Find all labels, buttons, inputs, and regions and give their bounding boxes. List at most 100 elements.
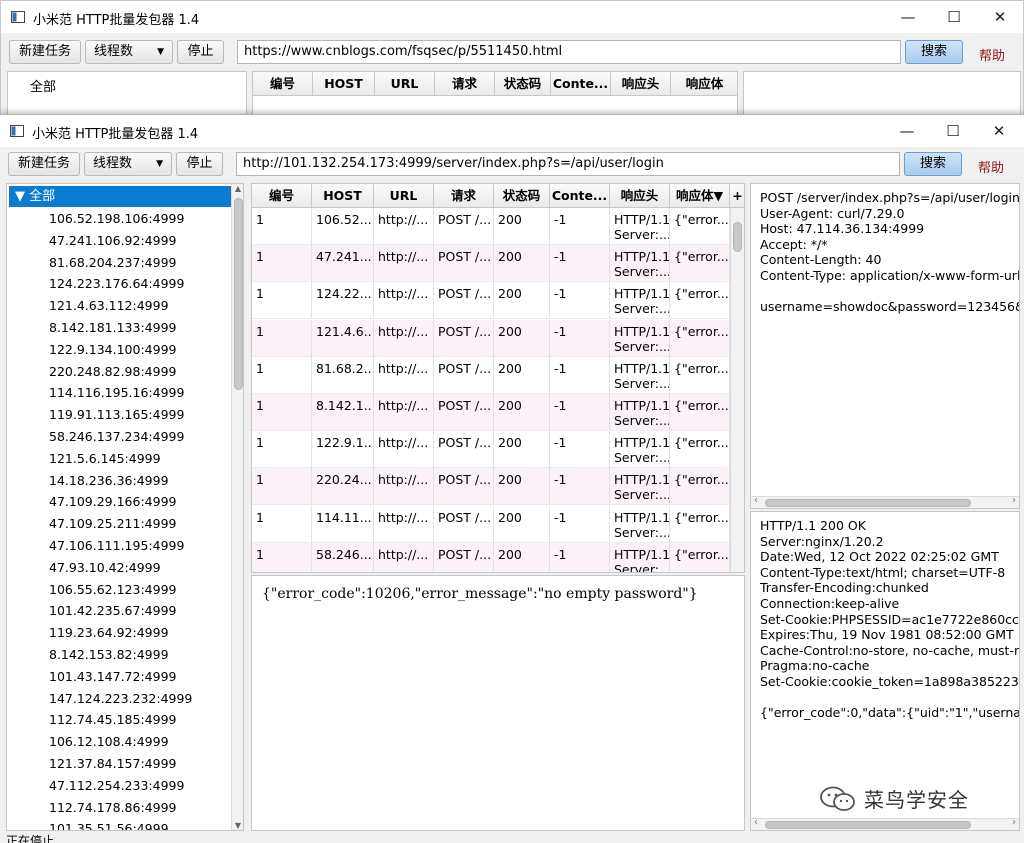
column-header[interactable]: 响应头 — [610, 184, 670, 208]
add-column-button[interactable]: + — [730, 184, 744, 208]
request-panel: POST /server/index.php?s=/api/user/login… — [750, 183, 1020, 509]
help-button[interactable]: 帮助 — [978, 157, 1004, 176]
table-cell: HTTP/1.1 Server:... — [610, 282, 670, 320]
table-row[interactable]: 1 220.24.... http://... POST /... 200 -1 HTTP/… — [252, 468, 730, 506]
maximize-button[interactable]: ☐ — [930, 115, 976, 147]
tree-item[interactable]: 14.18.236.36:4999 — [49, 470, 169, 492]
column-header[interactable]: URL — [375, 72, 435, 96]
tree-item[interactable]: 47.109.29.166:4999 — [49, 491, 176, 513]
tree-item[interactable]: 47.241.106.92:4999 — [49, 230, 176, 252]
tree-item[interactable]: 106.55.62.123:4999 — [49, 579, 176, 601]
search-button[interactable]: 搜索 — [905, 40, 963, 64]
tree-item[interactable]: 58.246.137.234:4999 — [49, 426, 184, 448]
tree-item[interactable]: 106.52.198.106:4999 — [49, 208, 184, 230]
scroll-up-icon[interactable]: ▲ — [232, 184, 243, 193]
scrollbar-thumb[interactable] — [765, 821, 971, 829]
tree-item[interactable]: 121.4.63.112:4999 — [49, 295, 169, 317]
table-row[interactable]: 1 81.68.2... http://... POST /... 200 -1 HTTP/… — [252, 356, 730, 394]
close-button[interactable]: ✕ — [977, 1, 1023, 33]
tree-item[interactable]: 101.43.147.72:4999 — [49, 666, 176, 688]
tree-item[interactable]: 47.112.254.233:4999 — [49, 775, 184, 797]
tree-item[interactable]: 147.124.223.232:4999 — [49, 688, 192, 710]
column-header[interactable]: URL — [374, 184, 434, 208]
table-cell: 200 — [494, 356, 550, 394]
tree-item[interactable]: 47.109.25.211:4999 — [49, 513, 176, 535]
tree-item[interactable]: 101.42.235.67:4999 — [49, 600, 176, 622]
request-hscrollbar[interactable]: ‹ › — [751, 495, 1019, 508]
threads-dropdown[interactable]: 线程数 ▼ — [84, 152, 172, 176]
column-header[interactable]: 编号 — [252, 184, 312, 208]
response-hscrollbar[interactable]: ‹ › — [751, 817, 1019, 830]
table-cell: {"error... — [670, 245, 730, 283]
close-button[interactable]: ✕ — [976, 115, 1022, 147]
threads-dropdown[interactable]: 线程数 ▼ — [85, 40, 173, 64]
request-text[interactable]: POST /server/index.php?s=/api/user/login… — [760, 190, 1019, 315]
table-row[interactable]: 1 47.241.... http://... POST /... 200 -1 HTTP/… — [252, 245, 730, 283]
scroll-right-icon[interactable]: › — [1012, 495, 1016, 506]
tree-item[interactable]: 119.23.64.92:4999 — [49, 622, 169, 644]
column-header[interactable]: 状态码 — [495, 72, 551, 96]
column-header[interactable]: HOST — [312, 184, 374, 208]
column-header[interactable]: 响应体▼ — [670, 184, 730, 208]
table-row[interactable]: 1 8.142.1... http://... POST /... 200 -1 HTTP/… — [252, 394, 730, 431]
tree-item[interactable]: 112.74.45.185:4999 — [49, 709, 176, 731]
scroll-left-icon[interactable]: ‹ — [754, 817, 758, 828]
scroll-left-icon[interactable]: ‹ — [754, 495, 758, 506]
column-header[interactable]: 请求 — [435, 72, 495, 96]
column-header[interactable]: Conte... — [550, 184, 610, 208]
stop-button[interactable]: 停止 — [176, 152, 223, 176]
new-task-button[interactable]: 新建任务 — [8, 152, 80, 176]
tree-item[interactable]: 112.74.178.86:4999 — [49, 797, 176, 819]
column-header[interactable]: 响应头 — [611, 72, 671, 96]
tree-item[interactable]: 122.9.134.100:4999 — [49, 339, 176, 361]
tree-root-item[interactable]: ▼ 全部 — [9, 186, 233, 207]
tree-item[interactable]: 81.68.204.237:4999 — [49, 252, 176, 274]
column-header[interactable]: 请求 — [434, 184, 494, 208]
tree-item[interactable]: 121.37.84.157:4999 — [49, 753, 176, 775]
tree-item[interactable]: 47.106.111.195:4999 — [49, 535, 184, 557]
tree-item[interactable]: 106.12.108.4:4999 — [49, 731, 169, 753]
table-row[interactable]: 1 114.11.... http://... POST /... 200 -1 HTTP/… — [252, 505, 730, 543]
search-button[interactable]: 搜索 — [904, 152, 962, 176]
column-header[interactable]: 状态码 — [494, 184, 550, 208]
app-icon — [10, 125, 24, 137]
minimize-button[interactable]: — — [884, 115, 930, 147]
column-header[interactable]: 响应体 — [671, 72, 737, 96]
table-row[interactable]: 1 122.9.1... http://... POST /... 200 -1 HTTP/… — [252, 431, 730, 469]
table-row[interactable]: 1 121.4.6... http://... POST /... 200 -1 HTTP/… — [252, 319, 730, 357]
tree-item[interactable]: 8.142.181.133:4999 — [49, 317, 176, 339]
tree-scrollbar[interactable]: ▲ ▼ — [231, 184, 243, 830]
scrollbar-thumb[interactable] — [765, 499, 971, 507]
scrollbar-thumb[interactable] — [733, 222, 742, 252]
minimize-button[interactable]: — — [885, 1, 931, 33]
tree-item[interactable]: 101.35.51.56:4999 — [49, 818, 169, 830]
tree-item[interactable]: 8.142.153.82:4999 — [49, 644, 169, 666]
table-cell: http://... — [374, 208, 434, 245]
tree-item[interactable]: 119.91.113.165:4999 — [49, 404, 184, 426]
scrollbar-thumb[interactable] — [234, 198, 243, 390]
stop-button[interactable]: 停止 — [177, 40, 224, 64]
url-input[interactable]: http://101.132.254.173:4999/server/index… — [236, 152, 900, 176]
tree-item[interactable]: 47.93.10.42:4999 — [49, 557, 161, 579]
new-task-button[interactable]: 新建任务 — [9, 40, 81, 64]
tree-item[interactable]: 114.116.195.16:4999 — [49, 382, 184, 404]
maximize-button[interactable]: ☐ — [931, 1, 977, 33]
table-cell: 124.22.... — [312, 282, 374, 320]
table-cell: http://... — [374, 245, 434, 283]
help-button[interactable]: 帮助 — [979, 45, 1005, 64]
column-header[interactable]: 编号 — [253, 72, 313, 96]
table-row[interactable]: 1 106.52.... http://... POST /... 200 -1 HTTP/… — [252, 208, 730, 245]
scroll-down-icon[interactable]: ▼ — [232, 821, 243, 830]
column-header[interactable]: HOST — [313, 72, 375, 96]
scroll-right-icon[interactable]: › — [1012, 817, 1016, 828]
column-header[interactable]: Conte... — [551, 72, 611, 96]
tree-root[interactable]: 全部 — [30, 76, 56, 95]
url-input[interactable]: https://www.cnblogs.com/fsqsec/p/5511450… — [237, 40, 901, 64]
table-scrollbar[interactable] — [730, 208, 744, 572]
table-row[interactable]: 1 124.22.... http://... POST /... 200 -1 HTTP/… — [252, 282, 730, 320]
tree-item[interactable]: 124.223.176.64:4999 — [49, 273, 184, 295]
tree-item[interactable]: 121.5.6.145:4999 — [49, 448, 161, 470]
table-row[interactable]: 1 58.246.... http://... POST /... 200 -1 HTTP/… — [252, 542, 730, 572]
tree-item[interactable]: 220.248.82.98:4999 — [49, 361, 176, 383]
response-text[interactable]: HTTP/1.1 200 OK Server:nginx/1.20.2 Date… — [760, 518, 1019, 721]
